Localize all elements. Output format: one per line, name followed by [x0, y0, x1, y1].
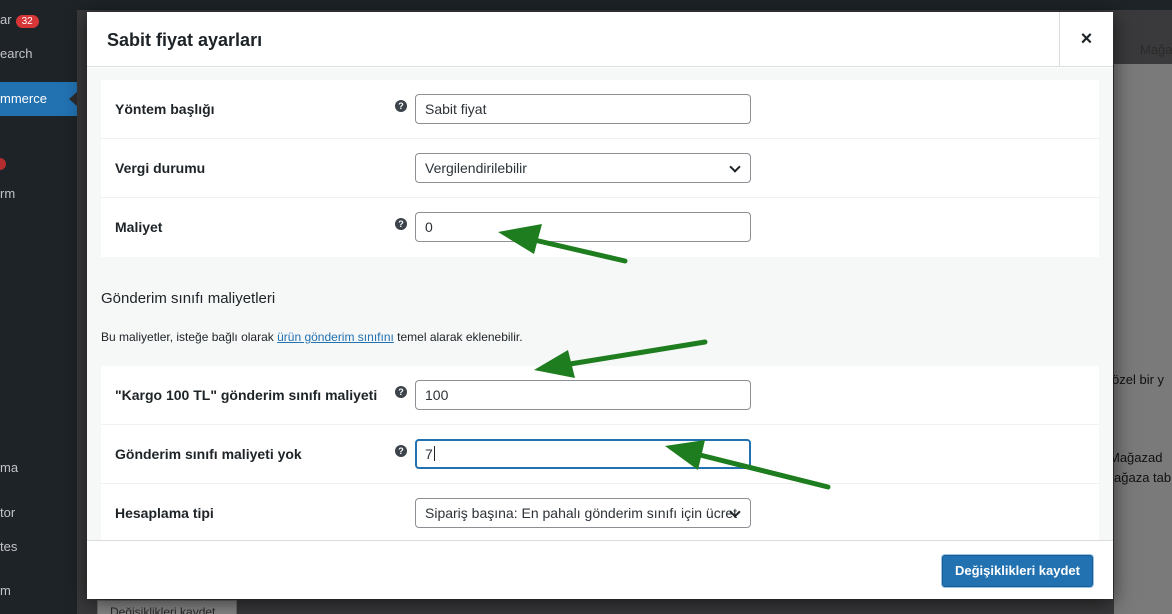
background-text: ağaza tab — [1114, 470, 1172, 485]
sidebar-item-comments[interactable]: ar 32 — [0, 12, 39, 28]
settings-table: Yöntem başlığı ? Sabit fiyat Vergi durum… — [101, 80, 1099, 257]
sidebar-item-label: mmerce — [0, 91, 47, 106]
save-changes-button[interactable]: Değişiklikleri kaydet — [941, 555, 1093, 587]
modal-footer: Değişiklikleri kaydet — [87, 540, 1113, 599]
no-class-cost-value: 7 — [425, 446, 433, 462]
sidebar-item-form[interactable]: rm — [0, 186, 15, 201]
modal-title: Sabit fiyat ayarları — [107, 30, 263, 50]
modal-body: Yöntem başlığı ? Sabit fiyat Vergi durum… — [87, 68, 1113, 540]
method-title-input[interactable]: Sabit fiyat — [415, 94, 751, 124]
sidebar-item-search[interactable]: earch — [0, 46, 33, 61]
description-text: temel alarak eklenebilir. — [393, 330, 523, 344]
tax-status-select[interactable]: Vergilendirilebilir — [415, 153, 751, 183]
shipping-class-costs-heading: Gönderim sınıfı maliyetleri — [101, 290, 276, 307]
admin-topbar — [0, 0, 1172, 10]
sidebar-item-label: m — [0, 583, 11, 598]
sidebar-item-label: tor — [0, 505, 16, 520]
calculation-type-select[interactable]: Sipariş başına: En pahalı gönderim sınıf… — [415, 498, 751, 528]
shipping-class-table: "Kargo 100 TL" gönderim sınıfı maliyeti … — [101, 366, 1099, 540]
sidebar-item-editor[interactable]: tor — [0, 505, 15, 520]
sidebar-item-sites[interactable]: tes — [0, 539, 17, 554]
product-shipping-class-link[interactable]: ürün gönderim sınıfını — [277, 330, 394, 344]
no-class-cost-input[interactable]: 7 — [415, 439, 751, 469]
help-icon[interactable]: ? — [395, 445, 407, 457]
setting-row-no-class-cost: Gönderim sınıfı maliyeti yok ? 7 — [101, 425, 1099, 484]
help-icon[interactable]: ? — [395, 386, 407, 398]
background-text: Mağazad — [1109, 450, 1163, 465]
calculation-type-value: Sipariş başına: En pahalı gönderim sınıf… — [425, 505, 737, 521]
tax-status-value: Vergilendirilebilir — [425, 160, 527, 176]
modal-header: Sabit fiyat ayarları × — [87, 12, 1113, 67]
sidebar-item-appearance[interactable]: ma — [0, 460, 18, 475]
admin-right-panel — [1114, 64, 1172, 614]
notification-dot — [0, 158, 6, 170]
cost-label: Maliyet — [115, 219, 163, 235]
calculation-type-label: Hesaplama tipi — [115, 505, 214, 521]
help-icon[interactable]: ? — [395, 100, 407, 112]
help-icon[interactable]: ? — [395, 218, 407, 230]
background-save-button: Değişiklikleri kaydet — [97, 600, 237, 614]
shipping-class-costs-description: Bu maliyetler, isteğe bağlı olarak ürün … — [101, 330, 523, 344]
description-text: Bu maliyetler, isteğe bağlı olarak — [101, 330, 278, 344]
sidebar-item-label: rm — [0, 186, 16, 201]
setting-row-calculation-type: Hesaplama tipi Sipariş başına: En pahalı… — [101, 484, 1099, 540]
sidebar-item-label: ar — [0, 12, 12, 27]
method-title-label: Yöntem başlığı — [115, 101, 215, 117]
cost-input[interactable]: 0 — [415, 212, 751, 242]
sidebar-item-label: ma — [0, 460, 19, 475]
setting-row-kargo-class-cost: "Kargo 100 TL" gönderim sınıfı maliyeti … — [101, 366, 1099, 425]
no-class-cost-label: Gönderim sınıfı maliyeti yok — [115, 446, 302, 462]
comment-count-badge: 32 — [15, 15, 39, 28]
background-text: özel bir y — [1112, 372, 1165, 387]
tax-status-label: Vergi durumu — [115, 160, 206, 176]
sidebar-item-label: tes — [0, 539, 18, 554]
flat-rate-settings-modal: Sabit fiyat ayarları × Yöntem başlığı ? … — [87, 12, 1113, 599]
setting-row-method-title: Yöntem başlığı ? Sabit fiyat — [101, 80, 1099, 139]
sidebar-item-woocommerce[interactable]: mmerce — [0, 91, 47, 106]
setting-row-tax-status: Vergi durumu Vergilendirilebilir — [101, 139, 1099, 198]
admin-sidebar: ar 32 earch mmerce rm ma tor tes m — [0, 10, 77, 614]
kargo-class-cost-input[interactable]: 100 — [415, 380, 751, 410]
sidebar-item-misc[interactable]: m — [0, 583, 11, 598]
text-cursor — [433, 446, 435, 461]
close-icon[interactable]: × — [1059, 12, 1113, 67]
store-tab-label: Mağaz — [1140, 42, 1172, 57]
kargo-class-cost-label: "Kargo 100 TL" gönderim sınıfı maliyeti — [115, 387, 378, 403]
sidebar-item-label: earch — [0, 46, 33, 61]
setting-row-cost: Maliyet ? 0 — [101, 198, 1099, 257]
